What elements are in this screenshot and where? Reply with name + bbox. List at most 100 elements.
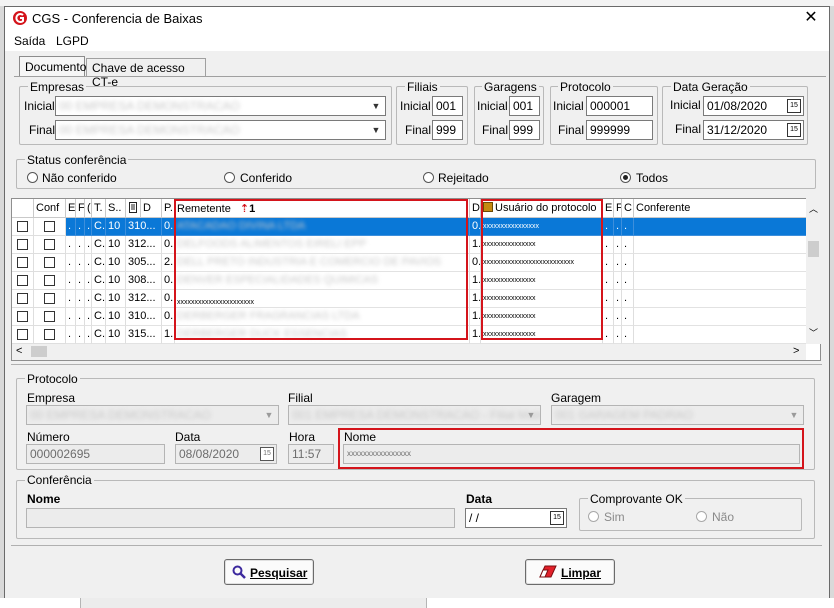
row-select-checkbox[interactable] [17,329,28,340]
conferencia-data-input[interactable]: / / 15 [465,508,567,528]
numero-input[interactable]: 000002695 [26,444,165,464]
chevron-down-icon[interactable]: ▼ [368,98,384,114]
chevron-down-icon[interactable]: ▼ [786,407,802,423]
row-select-checkbox[interactable] [17,275,28,286]
grid-header-e[interactable]: E [66,199,76,218]
row-checkbox-cell [12,236,34,254]
conf-checkbox[interactable] [44,221,55,232]
conf-checkbox[interactable] [44,275,55,286]
tab-documento[interactable]: Documento [19,56,86,77]
grid-cell-s: 10 [106,290,126,308]
nome-input[interactable]: xxxxxxxxxxxxxxxx [343,444,800,464]
chevron-down-icon[interactable]: ﹀ [809,326,818,339]
radio-nao-label: Não [712,510,735,524]
nome-label: Nome [344,430,377,444]
grid-header-f2[interactable]: F [614,199,622,218]
row-select-checkbox[interactable] [17,311,28,322]
grid-header-doc-icon[interactable] [126,199,141,218]
grid-header-s[interactable]: S.. [106,199,126,218]
tab-chave-acesso[interactable]: Chave de acesso CT-e [86,58,206,89]
empresa-label: Empresa [27,391,76,405]
hora-input[interactable]: 11:57 [288,444,334,464]
grid-cell-t: C. [92,218,106,236]
conf-checkbox[interactable] [44,329,55,340]
radio-todos[interactable] [620,172,631,183]
row-select-checkbox[interactable] [17,257,28,268]
grid-cell-blank: . [76,290,85,308]
conf-checkbox[interactable] [44,293,55,304]
conf-checkbox[interactable] [44,257,55,268]
tab-divider [14,76,826,77]
row-select-checkbox[interactable] [17,221,28,232]
calendar-icon[interactable]: 15 [550,511,564,525]
grid-header-paren[interactable]: ( [85,199,92,218]
conf-cell [34,254,66,272]
filial-select[interactable]: 001 EMPRESA DEMONSTRACAO - Filial Matriz… [288,405,541,425]
grid-header-conf[interactable]: Conf [34,199,66,218]
filial-inicial-input[interactable]: 001 [432,96,463,116]
grid-cell-n: 310... [126,218,162,236]
grid-header-t[interactable]: T. [92,199,106,218]
hora-label: Hora [289,430,316,444]
grid-header-c[interactable]: C [622,199,634,218]
radio-nao-conferido[interactable] [27,172,38,183]
calendar-icon[interactable]: 15 [787,99,801,113]
radio-conferido[interactable] [224,172,235,183]
grid-horizontal-scrollbar[interactable]: < > [12,344,806,360]
row-checkbox-cell [12,254,34,272]
garagem-final-input[interactable]: 999 [509,120,540,140]
comprovante-label: Comprovante OK [588,492,685,506]
filial-final-input[interactable]: 999 [432,120,463,140]
grid-cell-blank: . [66,326,76,344]
menu-saida[interactable]: Saída [14,34,45,48]
data-input[interactable]: 08/08/2020 15 [175,444,277,464]
protocolo-final-input[interactable]: 999999 [586,120,653,140]
empresa-final-label: Final [29,123,56,137]
grid-cell-dd: 1. [470,272,481,290]
conferencia-nome-input[interactable] [26,508,455,528]
scroll-thumb[interactable] [31,346,47,357]
conf-cell [34,236,66,254]
data-inicial-input[interactable]: 01/08/2020 15 [703,96,804,116]
background-panel [426,598,834,608]
garagem-select[interactable]: 001 GARAGEM PADRAO ▼ [551,405,804,425]
empresa-inicial-select[interactable]: 00 EMPRESA DEMONSTRACAO ▼ [55,96,386,116]
menu-lgpd[interactable]: LGPD [56,34,89,48]
chevron-right-icon[interactable]: > [793,345,799,357]
limpar-button[interactable]: Limpar [525,559,615,585]
scroll-thumb[interactable] [808,241,819,257]
radio-rejeitado[interactable] [423,172,434,183]
empresa-select[interactable]: 00 EMPRESA DEMONSTRACAO ▼ [26,405,279,425]
grid-header-f[interactable]: F [76,199,85,218]
chevron-down-icon[interactable]: ▼ [368,122,384,138]
chevron-up-icon[interactable]: ︿ [809,202,818,215]
radio-nao[interactable] [696,511,707,522]
grid-vertical-scrollbar[interactable]: ︿ ﹀ [806,198,821,344]
close-button[interactable]: ✕ [800,8,822,28]
chevron-down-icon[interactable]: ▼ [261,407,277,423]
pesquisar-button[interactable]: Pesquisar [224,559,314,585]
grid-cell-s: 10 [106,236,126,254]
garagem-inicial-input[interactable]: 001 [509,96,540,116]
calendar-icon[interactable]: 15 [260,447,274,461]
data-final-input[interactable]: 31/12/2020 15 [703,120,804,140]
conf-checkbox[interactable] [44,239,55,250]
grid-header-conferente[interactable]: Conferente [634,199,807,218]
grid-header-d2[interactable]: D [470,199,481,218]
grid-header-d[interactable]: D [141,199,162,218]
grid-header-e2[interactable]: E [603,199,614,218]
row-select-checkbox[interactable] [17,293,28,304]
grid-cell-t: C. [92,272,106,290]
row-select-checkbox[interactable] [17,239,28,250]
empresa-final-select[interactable]: 00 EMPRESA DEMONSTRACAO ▼ [55,120,386,140]
chevron-left-icon[interactable]: < [16,345,22,357]
protocolo-inicial-input[interactable]: 000001 [586,96,653,116]
grid-cell-blank: . [614,254,622,272]
calendar-icon[interactable]: 15 [787,123,801,137]
conf-checkbox[interactable] [44,311,55,322]
chevron-down-icon[interactable]: ▼ [523,407,539,423]
radio-sim[interactable] [588,511,599,522]
grid-cell-blank: . [622,272,634,290]
app-logo-icon [13,11,27,25]
grid-cell-blank: . [85,272,92,290]
